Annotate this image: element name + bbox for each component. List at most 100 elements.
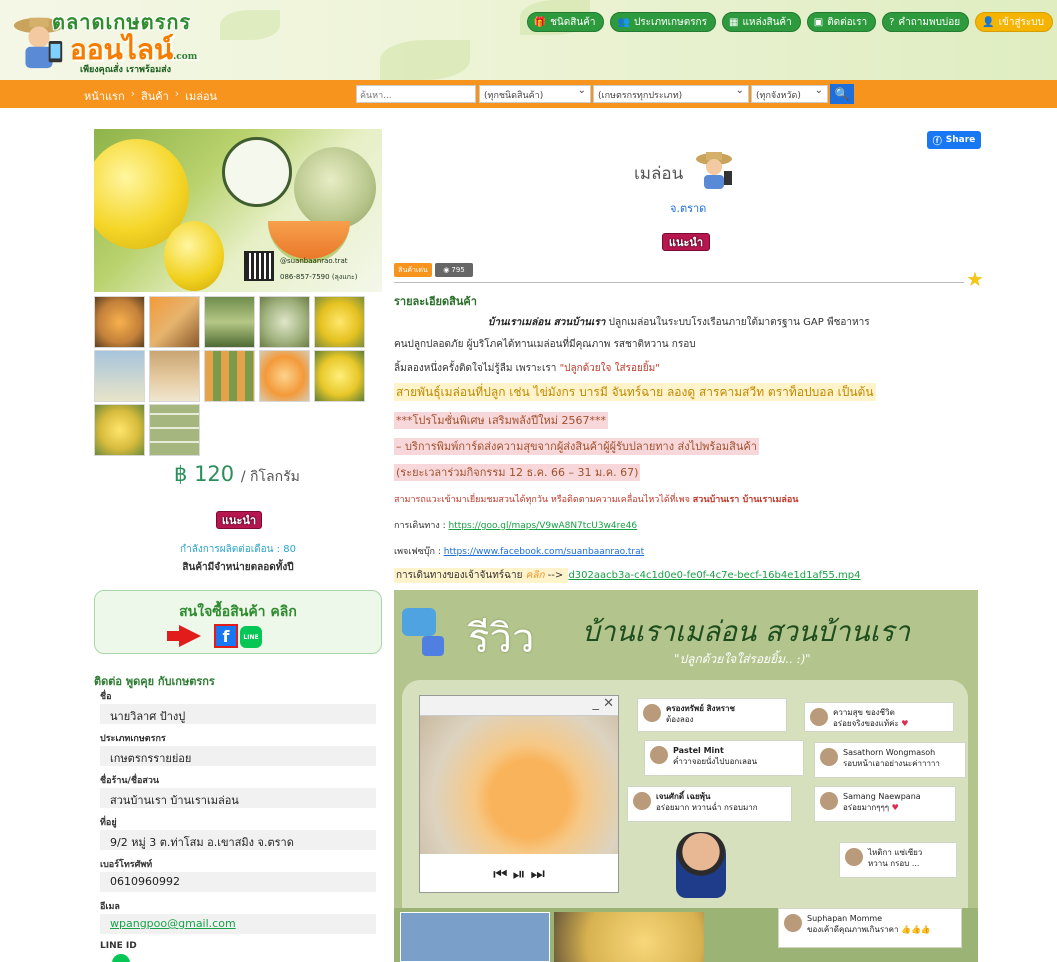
logo-tagline: เพียงคุณสั่ง เราพร้อมส่ง [80, 65, 172, 75]
featured-tag: สินค้าเด่น [394, 263, 432, 277]
facebook-page-link[interactable]: https://www.facebook.com/suanbaanrao.tra… [444, 547, 644, 557]
review-comment: Samang Naewpana อร่อยมากๆๆๆ ♥ [814, 786, 956, 822]
details-heading: รายละเอียดสินค้า [394, 295, 477, 308]
view-count: ◉ 795 [435, 263, 473, 277]
review-comment: ความสุข ของชีวิต อร่อยจริงของแท้ค่ะ ♥ [804, 702, 954, 732]
field-label-name: ชื่อ [100, 692, 112, 702]
details-visit: สามารถแวะเข้ามาเยี่ยมชมสวนได้ทุกวัน หรือ… [394, 495, 799, 505]
review-comment: Pastel Mint ค่ำวาจอยนั่งไปบอกเลอน [644, 740, 804, 776]
nav-login-button[interactable]: 👤 เข้าสู่ระบบ [975, 12, 1053, 32]
site-logo[interactable]: ตลาดเกษตรกร ออนไลน์.com เพียงคุณสั่ง เรา… [8, 4, 198, 76]
nav-farmer-types-button[interactable]: 👥 ประเภทเกษตรกร [610, 12, 716, 32]
field-label-email: อีเมล [100, 902, 120, 912]
chevron-right-icon: › [174, 87, 180, 100]
details-facebook: เพจเฟซบุ๊ก : https://www.facebook.com/su… [394, 547, 645, 557]
thumbnail[interactable] [204, 296, 255, 348]
facebook-icon[interactable]: f [214, 624, 238, 648]
question-icon: ? [889, 16, 895, 28]
field-value-farmer-type: เกษตรกรรายย่อย [100, 746, 376, 766]
review-video: _ ✕ ⏮ ⏯ ⏭ [419, 695, 619, 893]
route-video-link[interactable]: d302aacb3a-c4c1d0e0-fe0f-4c7e-becf-16b4e… [568, 570, 860, 581]
image-facebook-handle: @suanbaanrao.trat [280, 257, 348, 265]
contact-icon: ▣ [813, 16, 824, 28]
thumbnail[interactable] [149, 404, 200, 456]
thumbnail[interactable] [149, 296, 200, 348]
search-icon: 🔍 [834, 87, 850, 101]
facebook-share-button[interactable]: ⓕ Share [927, 131, 981, 149]
details-route: การเดินทางของเจ้าจันทร์ฉาย คลิก --> d302… [394, 568, 861, 583]
details-period: (ระยะเวลาร่วมกิจกรรม 12 ธ.ค. 66 – 31 ม.ค… [394, 464, 641, 481]
thumbnail[interactable] [314, 350, 365, 402]
province-select[interactable]: (ทุกจังหวัด) [751, 85, 828, 103]
monthly-capacity: กำลังการผลิตต่อเดือน : 80 [180, 544, 296, 555]
product-price: ฿ 120 / กิโลกรัม [174, 462, 300, 486]
chat-bubble-icon [402, 608, 436, 636]
buy-prompt: สนใจซื้อสินค้า คลิก [179, 604, 297, 620]
field-value-shop-name: สวนบ้านเรา บ้านเราเมล่อน [100, 788, 376, 808]
map-link[interactable]: https://goo.gl/maps/V9wA8N7tcU3w4re46 [449, 521, 638, 531]
top-navigation: 🎁 ชนิดสินค้า 👥 ประเภทเกษตรกร ▦ แหล่งสินค้า … [526, 12, 1053, 32]
user-icon: 👤 [982, 16, 995, 28]
melon-pieces-image [420, 716, 618, 854]
review-comment: ไหติกา แซ่เซียว หวาน กรอบ ... [839, 842, 957, 878]
breadcrumb: หน้าแรก › สินค้า › เมล่อน [84, 87, 217, 105]
field-label-farmer-type: ประเภทเกษตรกร [100, 734, 166, 744]
nav-contact-button[interactable]: ▣ ติดต่อเรา [806, 12, 877, 32]
thumbnail[interactable] [149, 350, 200, 402]
arrow-right-icon [167, 625, 201, 647]
thumbnail[interactable] [259, 350, 310, 402]
thumbnail[interactable] [94, 404, 145, 456]
nav-faq-button[interactable]: ? คำถามพบบ่อย [882, 12, 970, 32]
details-intro: บ้านเราเมล่อน สวนบ้านเรา ปลูกเมล่อนในระบ… [488, 317, 870, 328]
review-comment: Sasathorn Wongmasoh รอบหน้าเอาอย่างนะค่าา… [814, 742, 966, 778]
breadcrumb-home-link[interactable]: หน้าแรก [84, 87, 125, 105]
search-button[interactable]: 🔍 [830, 84, 854, 104]
nav-product-types-button[interactable]: 🎁 ชนิดสินค้า [526, 12, 605, 32]
details-varieties: สายพันธุ์เมล่อนที่ปลูก เช่น ไข่มังกร บาร… [394, 383, 876, 401]
field-value-name: นายวิลาศ ป้างปู [100, 704, 376, 724]
search-input[interactable]: ค้นหา... [356, 85, 476, 103]
field-label-line-id: LINE ID [100, 941, 137, 951]
thumbnail[interactable] [204, 350, 255, 402]
product-main-image[interactable]: @suanbaanrao.trat 086-857-7590 (ลุงแกะ) [94, 129, 382, 292]
product-title: เมล่อน [634, 164, 684, 184]
field-value-phone[interactable]: 0610960992 [100, 872, 376, 892]
thumbnail[interactable] [94, 296, 145, 348]
image-phone: 086-857-7590 (ลุงแกะ) [280, 273, 358, 281]
farmer-avatar-icon [696, 152, 732, 189]
nav-sources-button[interactable]: ▦ แหล่งสินค้า [721, 12, 801, 32]
field-value-address: 9/2 หมู่ 3 ต.ท่าโสม อ.เขาสมิง จ.ตราด [100, 830, 376, 850]
line-icon[interactable] [112, 954, 130, 962]
qr-code-icon [244, 251, 274, 281]
contact-heading: ติดต่อ พูดคุย กับเกษตรกร [94, 675, 215, 688]
product-type-select[interactable]: (ทุกชนิดสินค้า) [479, 85, 591, 103]
eye-icon: ◉ [443, 266, 450, 274]
chevron-right-icon: › [130, 87, 136, 100]
farmer-type-select[interactable]: (เกษตรกรทุกประเภท) [593, 85, 749, 103]
thumbnail[interactable] [259, 296, 310, 348]
reviewer-avatar-image [676, 832, 726, 898]
review-image[interactable]: รีวิว บ้านเราเมล่อน สวนบ้านเรา "ปลูกด้วย… [394, 590, 978, 962]
breadcrumb-products-link[interactable]: สินค้า [141, 87, 169, 105]
availability-text: สินค้ามีจำหน่ายตลอดทั้งปี [182, 562, 294, 573]
net-melon-image [294, 147, 376, 229]
details-line: คนปลูกปลอดภัย ผู้บริโภคได้ทานเมล่อนที่มี… [394, 339, 696, 350]
product-province-link[interactable]: จ.ตราด [670, 199, 706, 217]
map-icon: ▦ [728, 16, 739, 28]
video-window-bar: _ ✕ [420, 696, 618, 716]
recommend-badge: แนะนำ [216, 511, 262, 529]
divider [394, 282, 964, 283]
recommend-badge: แนะนำ [662, 233, 710, 251]
line-icon[interactable]: LINE [240, 626, 262, 648]
header-decoration [220, 10, 280, 40]
thumbnail[interactable] [94, 350, 145, 402]
breadcrumb-search-bar: หน้าแรก › สินค้า › เมล่อน ค้นหา... (ทุกช… [0, 80, 1057, 108]
video-controls: ⏮ ⏯ ⏭ [493, 864, 545, 883]
route-click-link[interactable]: คลิก [526, 570, 545, 581]
star-icon[interactable]: ★ [966, 267, 984, 291]
field-label-phone: เบอร์โทรศัพท์ [100, 860, 153, 870]
email-link[interactable]: wpangpoo@gmail.com [100, 914, 376, 934]
melon-box-image [554, 912, 704, 962]
thumbnail[interactable] [314, 296, 365, 348]
review-title: รีวิว [468, 616, 535, 662]
